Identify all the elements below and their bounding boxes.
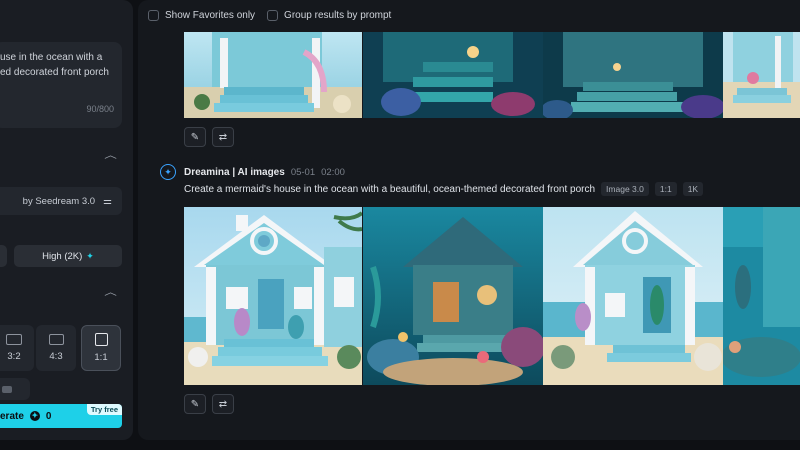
regenerate-button[interactable]: ⇄ — [212, 394, 234, 414]
results-filter-bar: Show Favorites only Group results by pro… — [148, 10, 391, 21]
coin-icon: ✦ — [29, 411, 40, 421]
favorites-checkbox[interactable] — [148, 10, 159, 21]
resolution-tag: 1K — [682, 182, 704, 196]
ratio-tag: 1:1 — [654, 182, 677, 196]
result-image[interactable] — [363, 32, 543, 118]
edit-button[interactable]: ✎ — [184, 127, 206, 147]
result-image[interactable] — [184, 32, 362, 118]
favorites-filter[interactable]: Show Favorites only — [148, 10, 255, 21]
resolution-label: High (2K) — [42, 250, 83, 262]
result-image[interactable] — [543, 207, 723, 385]
model-label: by Seedream 3.0 — [22, 195, 96, 207]
ratio-option-3-2[interactable]: 3:2 — [0, 325, 34, 371]
favorites-label: Show Favorites only — [165, 10, 256, 21]
result-image[interactable] — [723, 207, 800, 385]
regenerate-icon: ⇄ — [218, 398, 228, 410]
dreamina-logo-icon: ✦ — [160, 164, 176, 180]
generation-prompt[interactable]: Create a mermaid's house in the ocean wi… — [184, 184, 595, 195]
generation-settings-panel: use in the ocean with a ed decorated fro… — [0, 0, 133, 440]
ratio-label: 4:3 — [49, 351, 63, 362]
resolution-option-standard[interactable] — [0, 245, 7, 267]
prompt-text[interactable]: use in the ocean with a ed decorated fro… — [0, 50, 116, 80]
prompt-input[interactable]: use in the ocean with a ed decorated fro… — [0, 42, 122, 128]
ratio-label: 1:1 — [94, 352, 108, 363]
sliders-icon[interactable]: ⚌ — [103, 196, 112, 207]
ratio-label: 3:2 — [7, 351, 21, 362]
ratio-shape-icon — [48, 334, 64, 345]
edit-button[interactable]: ✎ — [184, 394, 206, 414]
group-checkbox[interactable] — [267, 10, 279, 21]
group-filter[interactable]: Group results by prompt — [267, 10, 391, 21]
chevron-up-icon[interactable]: ︿ — [104, 148, 117, 161]
try-free-badge: Try free — [86, 404, 122, 415]
result-image[interactable] — [184, 207, 362, 385]
result-image[interactable] — [363, 207, 543, 385]
generation-source: Dreamina | AI images — [184, 166, 285, 178]
pencil-icon: ✎ — [190, 398, 200, 410]
ratio-shape-icon — [6, 334, 22, 345]
generate-label: erate — [0, 410, 24, 422]
group-label: Group results by prompt — [284, 10, 392, 21]
generation-prompt-row: Create a mermaid's house in the ocean wi… — [184, 182, 704, 196]
image-count-option[interactable] — [0, 378, 30, 400]
chevron-up-icon[interactable]: ︿ — [104, 285, 117, 298]
regenerate-icon: ⇄ — [218, 131, 228, 143]
ratio-option-4-3[interactable]: 4:3 — [36, 325, 76, 371]
ratio-option-1-1[interactable]: 1:1 — [81, 325, 121, 371]
model-selector[interactable]: by Seedream 3.0 ⚌ — [0, 187, 122, 215]
generate-button[interactable]: erate ✦ 0 Try free — [0, 404, 122, 428]
image-count-icon — [2, 386, 12, 393]
pencil-icon: ✎ — [190, 131, 200, 143]
sparkle-icon: ✦ — [86, 250, 94, 261]
regenerate-button[interactable]: ⇄ — [212, 127, 234, 147]
resolution-option-high[interactable]: High (2K) ✦ — [14, 245, 122, 267]
result-image[interactable] — [543, 32, 723, 118]
generation-time: 02:00 — [321, 166, 345, 178]
model-tag: Image 3.0 — [601, 182, 649, 196]
ratio-shape-icon — [94, 333, 108, 346]
generation-header: ✦ Dreamina | AI images 05-01 02:00 — [160, 164, 345, 180]
result-image[interactable] — [723, 32, 800, 118]
generate-cost: 0 — [45, 410, 52, 422]
prompt-char-count: 90/800 — [86, 104, 114, 114]
generation-date: 05-01 — [290, 166, 316, 178]
